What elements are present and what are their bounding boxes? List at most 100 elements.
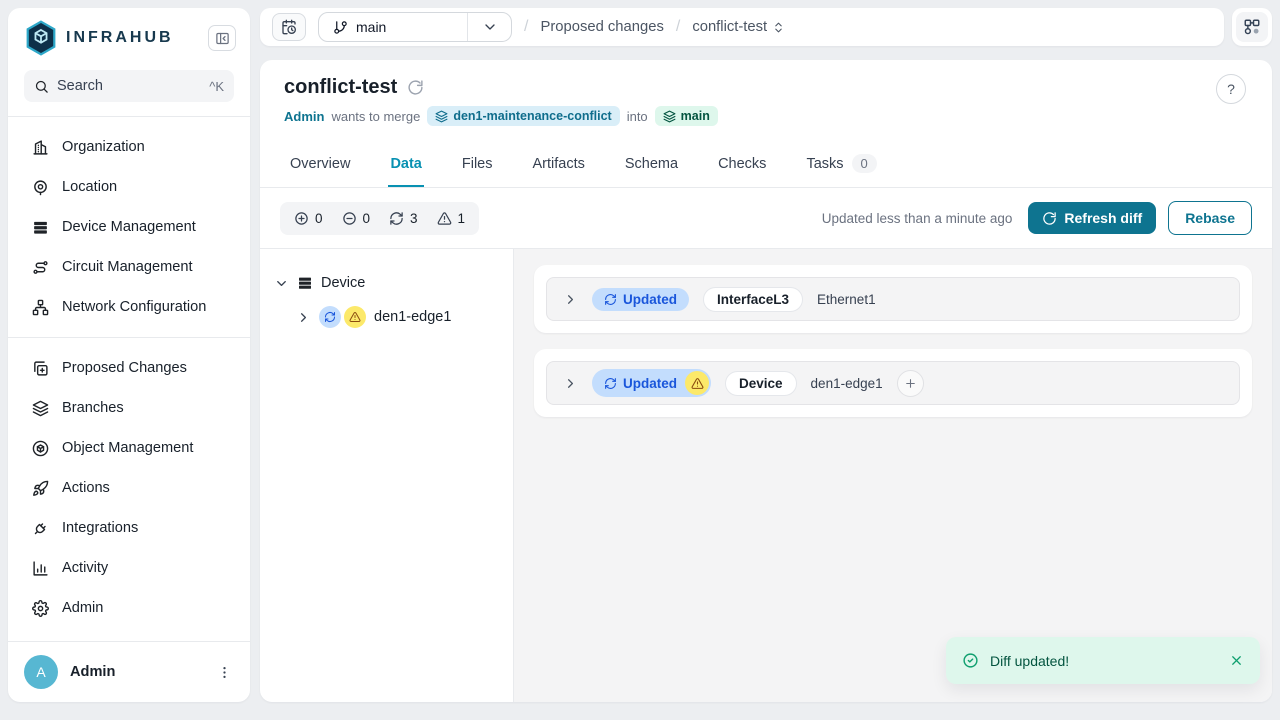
object-type-badge: Device (725, 371, 797, 396)
breadcrumb-item-selector[interactable]: conflict-test (692, 19, 785, 35)
diff-card-device: Updated Device den1-edge1 (534, 349, 1252, 417)
sidebar-item-device-management[interactable]: Device Management (8, 207, 250, 247)
sidebar-item-activity[interactable]: Activity (8, 548, 250, 588)
author-link[interactable]: Admin (284, 109, 324, 124)
app-root: INFRAHUB Search ^K (0, 0, 1280, 702)
diff-row-interfacel3[interactable]: Updated InterfaceL3 Ethernet1 (546, 277, 1240, 321)
branch-selector-caret[interactable] (467, 13, 511, 41)
target-branch-name: main (681, 109, 710, 123)
toast-notification: Diff updated! (946, 637, 1260, 684)
sidebar-collapse-button[interactable] (208, 25, 236, 51)
sidebar-item-object-management[interactable]: Object Management (8, 428, 250, 468)
tab-artifacts[interactable]: Artifacts (531, 140, 587, 187)
help-button[interactable]: ? (1216, 74, 1246, 104)
tab-schema[interactable]: Schema (623, 140, 680, 187)
user-menu-button[interactable] (215, 663, 234, 682)
merge-action-text: wants to merge (331, 109, 420, 124)
check-circle-icon (962, 652, 979, 669)
object-name: Ethernet1 (817, 292, 876, 307)
refresh-icon (604, 377, 617, 390)
conflict-warning-icon (685, 371, 709, 395)
proposed-change-card: conflict-test Admin wants to merge (260, 60, 1272, 702)
schema-graph-icon (1243, 18, 1261, 36)
nav-group-infrastructure: Organization Location Device Management (8, 116, 250, 337)
chevron-right-icon (563, 292, 578, 307)
diff-icon (32, 360, 49, 377)
diff-tree-panel: Device (260, 249, 514, 702)
tree-node-den1-edge1[interactable]: den1-edge1 (296, 303, 499, 331)
user-name: Admin (70, 664, 203, 680)
reload-proposed-change-button[interactable] (407, 79, 424, 96)
tab-data[interactable]: Data (388, 140, 423, 187)
updated-status-icon (319, 306, 341, 328)
breadcrumb-section[interactable]: Proposed changes (540, 19, 663, 35)
sidebar-item-location[interactable]: Location (8, 167, 250, 207)
refresh-icon (1042, 211, 1057, 226)
sidebar-item-integrations[interactable]: Integrations (8, 508, 250, 548)
topbar: main / Proposed changes / conflict-test (260, 8, 1224, 46)
minus-circle-icon (342, 211, 357, 226)
diff-stat-removed: 0 (342, 211, 371, 226)
chevron-right-icon (563, 376, 578, 391)
server-icon (32, 219, 49, 236)
search-label: Search (57, 78, 201, 94)
sidebar-item-branches[interactable]: Branches (8, 388, 250, 428)
breadcrumb-separator: / (524, 18, 528, 36)
tab-checks[interactable]: Checks (716, 140, 768, 187)
sidebar-item-label: Integrations (62, 520, 138, 536)
layers-icon (435, 110, 448, 123)
tab-tasks-label: Tasks (806, 156, 843, 172)
breadcrumb-item-label: conflict-test (692, 19, 767, 35)
tab-files[interactable]: Files (460, 140, 495, 187)
nav-group-platform: Proposed Changes Branches Object Managem… (8, 337, 250, 638)
search-input[interactable]: Search ^K (24, 70, 234, 102)
refresh-icon (604, 293, 617, 306)
status-label: Updated (623, 376, 677, 391)
sidebar-item-organization[interactable]: Organization (8, 127, 250, 167)
sidebar-item-circuit-management[interactable]: Circuit Management (8, 247, 250, 287)
tab-tasks[interactable]: Tasks 0 (804, 140, 878, 187)
refresh-diff-button[interactable]: Refresh diff (1028, 202, 1156, 234)
user-row: A Admin (8, 641, 250, 702)
avatar: A (24, 655, 58, 689)
bar-chart-icon (32, 560, 49, 577)
stat-value: 1 (458, 211, 466, 226)
source-branch-badge[interactable]: den1-maintenance-conflict (427, 106, 619, 126)
infrahub-logo-icon (24, 20, 58, 56)
network-icon (32, 299, 49, 316)
logo-row: INFRAHUB (8, 8, 250, 66)
close-icon[interactable] (1229, 653, 1244, 668)
tree-node-label: Device (321, 275, 365, 291)
route-icon (32, 259, 49, 276)
chevrons-up-down-icon (772, 21, 785, 34)
plug-icon (32, 520, 49, 537)
diff-stat-conflicts: 1 (437, 211, 466, 226)
plus-circle-icon (294, 211, 309, 226)
diff-row-device[interactable]: Updated Device den1-edge1 (546, 361, 1240, 405)
sidebar-item-label: Organization (62, 139, 145, 155)
target-branch-badge[interactable]: main (655, 106, 718, 126)
status-badge: Updated (592, 369, 711, 397)
sidebar-item-label: Location (62, 179, 117, 195)
tab-overview[interactable]: Overview (288, 140, 352, 187)
sidebar-item-network-configuration[interactable]: Network Configuration (8, 287, 250, 327)
tasks-count-badge: 0 (852, 154, 877, 173)
tree-node-device[interactable]: Device (274, 269, 499, 297)
status-label: Updated (623, 292, 677, 307)
sidebar-item-proposed-changes[interactable]: Proposed Changes (8, 348, 250, 388)
sidebar-item-actions[interactable]: Actions (8, 468, 250, 508)
chevron-right-icon (296, 310, 311, 325)
branch-selector[interactable]: main (318, 12, 512, 42)
rebase-button[interactable]: Rebase (1168, 201, 1252, 235)
time-travel-button[interactable] (272, 13, 306, 41)
main-column: main / Proposed changes / conflict-test (260, 8, 1272, 702)
sidebar-item-label: Circuit Management (62, 259, 193, 275)
add-comment-button[interactable] (897, 370, 924, 397)
search-icon (34, 79, 49, 94)
graph-card (1232, 8, 1272, 46)
diff-stat-added: 0 (294, 211, 323, 226)
schema-visualizer-button[interactable] (1236, 12, 1268, 42)
sidebar-item-admin[interactable]: Admin (8, 588, 250, 628)
toast-message: Diff updated! (990, 653, 1218, 669)
location-icon (32, 179, 49, 196)
